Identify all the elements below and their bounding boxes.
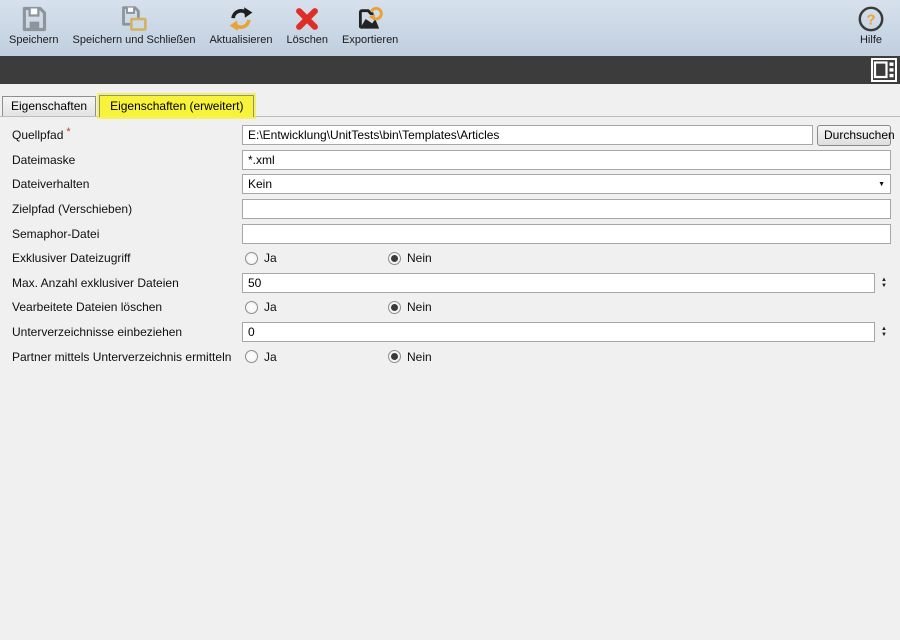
- export-icon: [356, 5, 384, 33]
- radio-option-label: Nein: [407, 251, 432, 265]
- toolbar-button-exportieren[interactable]: Exportieren: [335, 0, 405, 48]
- field-row-semaphor-datei: Semaphor-Datei: [12, 221, 891, 246]
- field-control: Ja Nein: [242, 251, 891, 265]
- field-label: Dateiverhalten: [12, 177, 242, 191]
- toolbar-button-loeschen[interactable]: Löschen: [279, 0, 335, 48]
- field-row-partner-mittels-unterverzeichnis-ermitteln: Partner mittels Unterverzeichnis ermitte…: [12, 344, 891, 369]
- toolbar: Speichern Speichern und Schließen Aktualis…: [0, 0, 900, 56]
- exklusiver-dateizugriff-ja-radio[interactable]: Ja: [245, 251, 388, 265]
- toolbar-button-speichern-und-schliessen[interactable]: Speichern und Schließen: [66, 0, 203, 48]
- radio-circle-icon: [245, 252, 258, 265]
- radio-option-label: Nein: [407, 300, 432, 314]
- dateimaske-input[interactable]: [242, 150, 891, 170]
- radio-circle-icon: [245, 301, 258, 314]
- radio-option-label: Ja: [264, 251, 277, 265]
- field-row-unterverzeichnisse-einbeziehen: Unterverzeichnisse einbeziehen ▲▼: [12, 320, 891, 345]
- required-asterisk: *: [66, 126, 70, 138]
- unterverzeichnisse-einbeziehen-input[interactable]: [242, 322, 875, 342]
- field-row-exklusiver-dateizugriff: Exklusiver Dateizugriff Ja Nein: [12, 246, 891, 271]
- field-label: Exklusiver Dateizugriff: [12, 251, 242, 265]
- max-anzahl-exklusiver-dateien-input[interactable]: [242, 273, 875, 293]
- help-button[interactable]: Hilfe: [850, 0, 892, 48]
- field-control: Ja Nein: [242, 350, 891, 364]
- exklusiver-dateizugriff-nein-radio[interactable]: Nein: [388, 251, 432, 265]
- toolbar-button-label: Speichern: [9, 34, 59, 46]
- delete-icon: [293, 5, 321, 33]
- toolbar-button-label: Speichern und Schließen: [73, 34, 196, 46]
- tab-strip: EigenschaftenEigenschaften (erweitert): [0, 95, 900, 117]
- spinner-down-icon[interactable]: ▼: [881, 283, 887, 289]
- field-control: ▲▼: [242, 322, 891, 342]
- radio-circle-icon: [388, 301, 401, 314]
- semaphor-datei-input[interactable]: [242, 224, 891, 244]
- field-control: Durchsuchen: [242, 125, 891, 146]
- vearbeitete-dateien-loeschen-ja-radio[interactable]: Ja: [245, 300, 388, 314]
- field-label: Quellpfad*: [12, 128, 242, 142]
- radio-circle-icon: [388, 350, 401, 363]
- durchsuchen-button[interactable]: Durchsuchen: [817, 125, 891, 146]
- toolbar-button-label: Exportieren: [342, 34, 398, 46]
- radio-option-label: Ja: [264, 300, 277, 314]
- field-label: Zielpfad (Verschieben): [12, 202, 242, 216]
- radio-option-label: Nein: [407, 350, 432, 364]
- field-control: Kein ▼: [242, 174, 891, 194]
- spinner-down-icon[interactable]: ▼: [881, 332, 887, 338]
- toolbar-button-speichern[interactable]: Speichern: [2, 0, 66, 48]
- field-control: [242, 199, 891, 219]
- field-row-dateimaske: Dateimaske: [12, 148, 891, 173]
- app-window: Speichern Speichern und Schließen Aktualis…: [0, 0, 900, 640]
- field-label: Max. Anzahl exklusiver Dateien: [12, 276, 242, 290]
- field-row-dateiverhalten: Dateiverhalten Kein ▼: [12, 172, 891, 197]
- help-icon: [857, 5, 885, 33]
- properties-form: Quellpfad* Durchsuchen Dateimaske Dateiverh…: [0, 117, 900, 369]
- radio-option-label: Ja: [264, 350, 277, 364]
- radio-circle-icon: [388, 252, 401, 265]
- toolbar-button-label: Aktualisieren: [209, 34, 272, 46]
- save-icon: [20, 5, 48, 33]
- chevron-down-icon: ▼: [878, 181, 885, 188]
- zielpfad-verschieben-input[interactable]: [242, 199, 891, 219]
- field-control: [242, 224, 891, 244]
- field-row-vearbeitete-dateien-loeschen: Vearbeitete Dateien löschen Ja Nein: [12, 295, 891, 320]
- field-row-quellpfad: Quellpfad* Durchsuchen: [12, 123, 891, 148]
- help-button-label: Hilfe: [860, 34, 882, 46]
- layout-panel-icon[interactable]: [871, 58, 897, 82]
- dateiverhalten-select[interactable]: Kein ▼: [242, 174, 891, 194]
- vearbeitete-dateien-loeschen-nein-radio[interactable]: Nein: [388, 300, 432, 314]
- field-label: Semaphor-Datei: [12, 227, 242, 241]
- field-row-zielpfad-verschieben: Zielpfad (Verschieben): [12, 197, 891, 222]
- select-value: Kein: [248, 177, 272, 191]
- field-label: Unterverzeichnisse einbeziehen: [12, 325, 242, 339]
- field-label: Partner mittels Unterverzeichnis ermitte…: [12, 350, 242, 364]
- field-control: [242, 150, 891, 170]
- field-label: Vearbeitete Dateien löschen: [12, 300, 242, 314]
- field-label: Dateimaske: [12, 153, 242, 167]
- tab-eigenschaften-erweitert[interactable]: Eigenschaften (erweitert): [99, 95, 254, 117]
- field-row-max-anzahl-exklusiver-dateien: Max. Anzahl exklusiver Dateien ▲▼: [12, 271, 891, 296]
- radio-circle-icon: [245, 350, 258, 363]
- partner-mittels-unterverzeichnis-ermitteln-nein-radio[interactable]: Nein: [388, 350, 432, 364]
- partner-mittels-unterverzeichnis-ermitteln-ja-radio[interactable]: Ja: [245, 350, 388, 364]
- toolbar-button-label: Löschen: [286, 34, 328, 46]
- save-close-icon: [120, 5, 148, 33]
- refresh-icon: [227, 5, 255, 33]
- quellpfad-input[interactable]: [242, 125, 813, 145]
- field-control: Ja Nein: [242, 300, 891, 314]
- field-control: ▲▼: [242, 273, 891, 293]
- max-anzahl-exklusiver-dateien-spinner: ▲▼: [877, 273, 891, 293]
- toolbar-buttons: Speichern Speichern und Schließen Aktualis…: [2, 0, 405, 48]
- dark-bar: [0, 56, 900, 84]
- unterverzeichnisse-einbeziehen-spinner: ▲▼: [877, 322, 891, 342]
- tab-eigenschaften[interactable]: Eigenschaften: [2, 96, 96, 116]
- toolbar-button-aktualisieren[interactable]: Aktualisieren: [202, 0, 279, 48]
